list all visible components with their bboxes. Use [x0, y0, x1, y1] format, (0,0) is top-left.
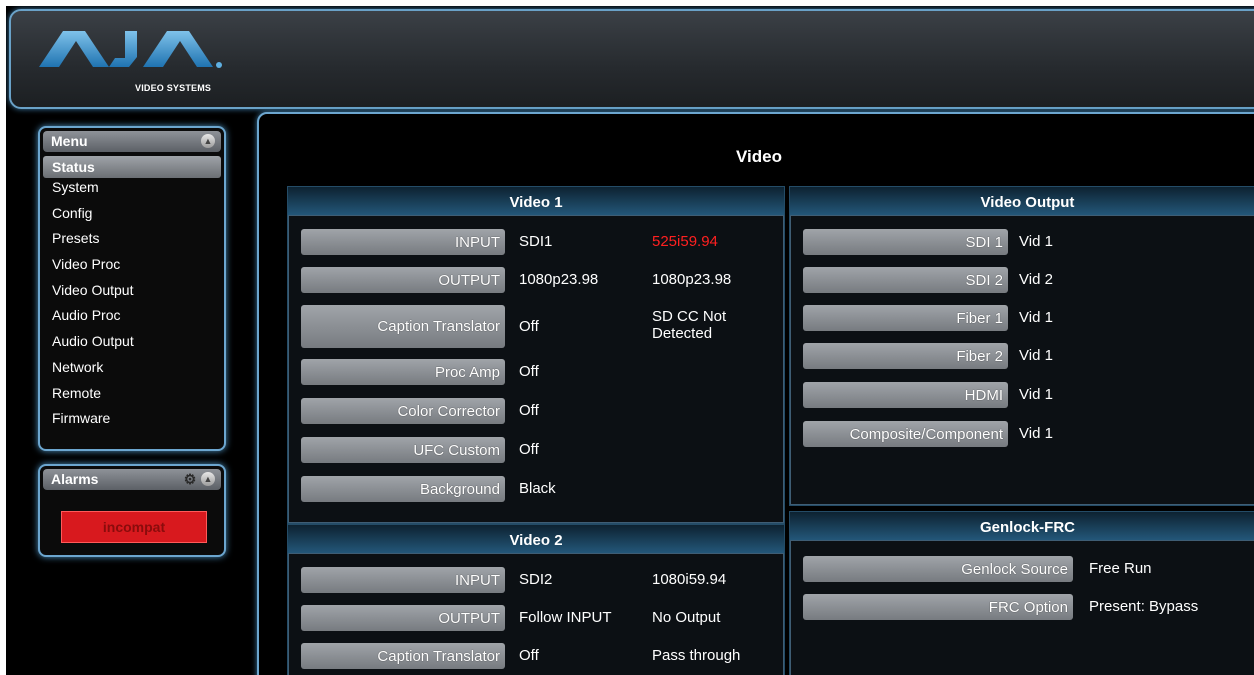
video1-ufc-custom-value: Off	[519, 441, 539, 458]
video1-section: Video 1 INPUT SDI1 525i59.94 OUTPUT 1080…	[287, 186, 785, 524]
video2-output-value: Follow INPUT	[519, 609, 612, 626]
menu-item-system[interactable]: System	[43, 178, 221, 204]
genlock-frc-title: Genlock-FRC	[790, 512, 1254, 541]
app-frame: VIDEO SYSTEMS Menu ▲ Status System Confi…	[6, 6, 1254, 675]
output-fiber1-button[interactable]: Fiber 1	[803, 305, 1008, 331]
menu-item-video-output[interactable]: Video Output	[43, 281, 221, 307]
output-hdmi-value: Vid 1	[1019, 386, 1053, 403]
menu-item-network[interactable]: Network	[43, 358, 221, 384]
video1-caption-translator-button[interactable]: Caption Translator	[301, 305, 505, 348]
video-output-title: Video Output	[790, 187, 1254, 216]
output-composite-component-button[interactable]: Composite/Component	[803, 421, 1008, 447]
output-fiber1-value: Vid 1	[1019, 309, 1053, 326]
genlock-source-button[interactable]: Genlock Source	[803, 556, 1073, 582]
video1-body: INPUT SDI1 525i59.94 OUTPUT 1080p23.98 1…	[288, 215, 784, 523]
alarms-title: Alarms	[51, 471, 99, 487]
video2-input-status: 1080i59.94	[652, 571, 727, 588]
video2-title: Video 2	[288, 525, 784, 554]
menu-title: Menu	[51, 133, 88, 149]
frc-option-value: Present: Bypass	[1089, 598, 1199, 615]
menu-header[interactable]: Menu ▲	[43, 131, 221, 152]
output-sdi2-value: Vid 2	[1019, 271, 1053, 288]
header-bar: VIDEO SYSTEMS	[9, 9, 1254, 109]
video1-input-value: SDI1	[519, 233, 553, 250]
video-output-body: SDI 1 Vid 1 SDI 2 Vid 2 Fiber 1 Vid 1 Fi…	[790, 215, 1254, 505]
aja-logo: VIDEO SYSTEMS	[39, 25, 249, 97]
video1-caption-translator-value: Off	[519, 318, 539, 335]
video1-caption-translator-status: SD CC Not Detected	[652, 308, 727, 342]
video1-output-button[interactable]: OUTPUT	[301, 267, 505, 293]
menu-item-remote[interactable]: Remote	[43, 384, 221, 410]
genlock-source-value: Free Run	[1089, 560, 1152, 577]
output-sdi1-button[interactable]: SDI 1	[803, 229, 1008, 255]
video1-ufc-custom-button[interactable]: UFC Custom	[301, 437, 505, 463]
video1-color-corrector-button[interactable]: Color Corrector	[301, 398, 505, 424]
video1-background-button[interactable]: Background	[301, 476, 505, 502]
menu-item-status[interactable]: Status	[43, 156, 221, 178]
genlock-frc-section: Genlock-FRC Genlock Source Free Run FRC …	[789, 511, 1254, 675]
collapse-icon[interactable]: ▲	[201, 134, 215, 148]
alarms-header[interactable]: Alarms ⚙ ▲	[43, 469, 221, 490]
video1-color-corrector-value: Off	[519, 402, 539, 419]
menu-item-video-proc[interactable]: Video Proc	[43, 255, 221, 281]
video2-body: INPUT SDI2 1080i59.94 OUTPUT Follow INPU…	[288, 553, 784, 675]
video2-input-button[interactable]: INPUT	[301, 567, 505, 593]
video1-output-status: 1080p23.98	[652, 271, 732, 288]
menu-item-firmware[interactable]: Firmware	[43, 409, 221, 435]
video1-proc-amp-value: Off	[519, 363, 539, 380]
output-sdi1-value: Vid 1	[1019, 233, 1053, 250]
video2-caption-translator-value: Off	[519, 647, 539, 664]
video1-title: Video 1	[288, 187, 784, 216]
page-title: Video	[736, 147, 782, 166]
video1-proc-amp-button[interactable]: Proc Amp	[301, 359, 505, 385]
aja-logo-mark	[39, 31, 222, 68]
alarms-panel: Alarms ⚙ ▲ incompat	[38, 464, 226, 557]
menu-item-audio-proc[interactable]: Audio Proc	[43, 306, 221, 332]
collapse-icon[interactable]: ▲	[201, 472, 215, 486]
video2-input-value: SDI2	[519, 571, 553, 588]
video1-input-status: 525i59.94	[652, 233, 718, 250]
video-output-section: Video Output SDI 1 Vid 1 SDI 2 Vid 2 Fib…	[789, 186, 1254, 506]
video1-input-button[interactable]: INPUT	[301, 229, 505, 255]
menu-list: Status System Config Presets Video Proc …	[40, 156, 224, 435]
main-content: Video Video 1 INPUT SDI1 525i59.94 OUTPU…	[257, 112, 1254, 675]
gear-icon[interactable]: ⚙	[183, 472, 197, 486]
video2-output-button[interactable]: OUTPUT	[301, 605, 505, 631]
genlock-frc-body: Genlock Source Free Run FRC Option Prese…	[790, 540, 1254, 675]
output-sdi2-button[interactable]: SDI 2	[803, 267, 1008, 293]
video2-caption-translator-button[interactable]: Caption Translator	[301, 643, 505, 669]
output-fiber2-button[interactable]: Fiber 2	[803, 343, 1008, 369]
video2-output-status: No Output	[652, 609, 721, 626]
menu-item-presets[interactable]: Presets	[43, 229, 221, 255]
output-composite-component-value: Vid 1	[1019, 425, 1053, 442]
video1-output-value: 1080p23.98	[519, 271, 599, 288]
alarm-incompat-button[interactable]: incompat	[61, 511, 207, 543]
video2-caption-translator-status: Pass through	[652, 647, 741, 664]
video1-background-value: Black	[519, 480, 556, 497]
video2-section: Video 2 INPUT SDI2 1080i59.94 OUTPUT Fol…	[287, 524, 785, 675]
output-fiber2-value: Vid 1	[1019, 347, 1053, 364]
frc-option-button[interactable]: FRC Option	[803, 594, 1073, 620]
menu-panel: Menu ▲ Status System Config Presets Vide…	[38, 126, 226, 451]
menu-item-config[interactable]: Config	[43, 204, 221, 230]
output-hdmi-button[interactable]: HDMI	[803, 382, 1008, 408]
logo-subtitle: VIDEO SYSTEMS	[135, 83, 212, 93]
menu-item-audio-output[interactable]: Audio Output	[43, 332, 221, 358]
